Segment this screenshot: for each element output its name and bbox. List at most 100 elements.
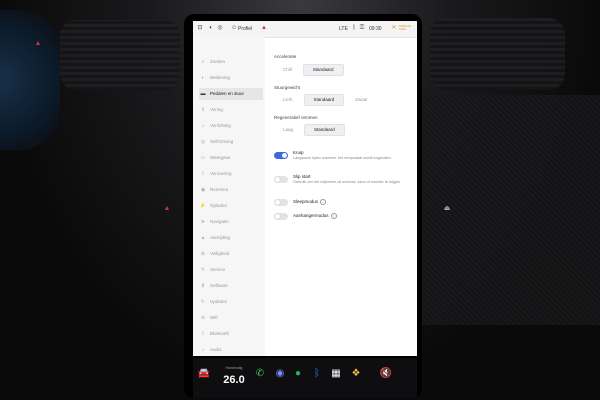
sidebar-item-navigation[interactable]: ➤ Navigatie bbox=[199, 216, 263, 228]
brake-icon: ◉ bbox=[200, 187, 206, 193]
wifi-icon: ≋ bbox=[200, 315, 206, 321]
car-icon[interactable]: 🚘 bbox=[197, 368, 211, 379]
brand-logo-icon: ✕ bbox=[391, 25, 397, 31]
left-air-vent bbox=[60, 20, 180, 90]
slip-start-description: Gebruik om het vrijkomen uit sneeuw, zan… bbox=[293, 180, 401, 184]
steering-option-heavy[interactable]: Zwaar bbox=[346, 94, 377, 106]
sidebar-item-brakes[interactable]: ◉ Remmen bbox=[199, 184, 263, 196]
profile-label[interactable]: Profiel bbox=[238, 25, 252, 33]
tow-mode-label: Sleepmodus bbox=[293, 199, 319, 205]
creep-description: Langzaam rijden wanneer het rempedaal wo… bbox=[293, 156, 391, 160]
climate-temperature[interactable]: Handmatig 26.0 bbox=[219, 366, 249, 388]
steering-icon: ◎ bbox=[200, 139, 206, 145]
headlight-icon[interactable]: ◑ bbox=[207, 25, 213, 31]
sidebar-item-suspension[interactable]: ⇕ Vering bbox=[199, 104, 263, 116]
temp-value: 26.0 bbox=[223, 374, 245, 386]
lock-icon[interactable]: ⚿ bbox=[359, 25, 365, 31]
bluetooth-icon: ᛒ bbox=[201, 331, 205, 337]
info-icon[interactable]: i bbox=[320, 199, 327, 205]
tow-mode-toggle[interactable] bbox=[274, 199, 288, 206]
safety-icon: ⊕ bbox=[200, 251, 206, 257]
collision-icon: ▲ bbox=[200, 235, 206, 241]
acceleration-option-chill[interactable]: Chill bbox=[274, 64, 301, 76]
settings-sidebar: ⌕ Zoeken ◐ Bediening ▬ Pedalen en stuur ⇕ Ve… bbox=[193, 37, 265, 356]
phone-icon[interactable]: ✆ bbox=[253, 368, 267, 379]
sidebar-item-wifi[interactable]: ≋ Wifi bbox=[199, 312, 263, 324]
sidebar-item-display[interactable]: ▭ Weergave bbox=[199, 152, 263, 164]
apps-icon[interactable]: ❖ bbox=[349, 368, 363, 379]
software-icon: ⬇ bbox=[200, 283, 206, 289]
mute-icon[interactable]: 🔇 bbox=[379, 368, 393, 379]
sidebar-item-software[interactable]: ⬇ Software bbox=[199, 280, 263, 292]
steering-option-light[interactable]: Licht bbox=[274, 94, 302, 106]
trailer-mode-label: Aanhangermodus bbox=[293, 213, 329, 219]
lte-indicator: LTE bbox=[339, 26, 348, 32]
sidebar-item-updates[interactable]: ↻ Updates bbox=[199, 296, 263, 308]
sidebar-item-search[interactable]: ⌕ Zoeken bbox=[199, 56, 263, 68]
slip-start-toggle[interactable] bbox=[274, 176, 288, 183]
profile-icon[interactable]: ☺ bbox=[231, 25, 237, 31]
audio-icon: ♪ bbox=[201, 347, 205, 353]
sidebar-item-pedals[interactable]: ▬ Pedalen en stuur bbox=[199, 88, 263, 100]
right-air-vent bbox=[430, 18, 565, 90]
trailer-mode-row: Aanhangermodus i bbox=[293, 213, 337, 219]
toggle-knob bbox=[275, 200, 280, 205]
brand-text-2: CARS bbox=[399, 28, 406, 31]
charging-icon: ⚡ bbox=[199, 203, 207, 209]
sidebar-item-self-driving[interactable]: ◎ Self-Driving bbox=[199, 136, 263, 148]
steering-selector: Licht Standaard Zwaar bbox=[274, 94, 377, 106]
bluetooth-icon[interactable]: ᛒ bbox=[351, 25, 357, 31]
hazard-button-icon[interactable]: ▲ bbox=[163, 205, 171, 213]
clock: 09:30 bbox=[369, 26, 382, 32]
sidebar-item-lights[interactable]: ☼ Verlichting bbox=[199, 120, 263, 132]
steering-option-standard[interactable]: Standaard bbox=[303, 94, 345, 106]
toggle-knob bbox=[275, 214, 280, 219]
acceleration-option-standard[interactable]: Standaard bbox=[302, 64, 344, 76]
update-icon: ↻ bbox=[200, 299, 206, 305]
sidebar-item-collision[interactable]: ▲ Aanrijding bbox=[199, 232, 263, 244]
navigation-icon: ➤ bbox=[200, 219, 206, 225]
car-lock-icon[interactable]: ⊡ bbox=[197, 25, 203, 31]
acceleration-selector: Chill Standaard bbox=[274, 64, 344, 76]
search-icon: ⌕ bbox=[201, 59, 205, 65]
light-icon: ☼ bbox=[200, 123, 206, 129]
regen-option-standard[interactable]: Standaard bbox=[304, 124, 345, 136]
regen-option-low[interactable]: Laag bbox=[274, 124, 303, 136]
regen-selector: Laag Standaard bbox=[274, 124, 345, 136]
sidebar-item-safety[interactable]: ⊕ Veiligheid bbox=[199, 248, 263, 260]
sidebar-item-audio[interactable]: ♪ Audio bbox=[199, 344, 263, 356]
sidebar-item-controls[interactable]: ◐ Bediening bbox=[199, 72, 263, 84]
sidebar-item-charging[interactable]: ⚡ Opladen bbox=[199, 200, 263, 212]
creep-toggle[interactable] bbox=[274, 152, 288, 159]
instrument-cluster bbox=[0, 10, 60, 150]
trailer-mode-toggle[interactable] bbox=[274, 213, 288, 220]
steering-title: Stuurgewicht bbox=[274, 85, 301, 90]
display-icon: ▭ bbox=[200, 155, 206, 161]
toggle-knob bbox=[282, 153, 287, 158]
temp-mode-label: Handmatig bbox=[225, 366, 243, 370]
wrench-icon: ✎ bbox=[200, 267, 206, 273]
info-icon[interactable]: i bbox=[330, 213, 337, 219]
bottom-dock: 🚘 Handmatig 26.0 ✆ ◉ ● ᛒ ▦ ❖ 🔇 bbox=[193, 358, 417, 398]
toggles-icon: ◐ bbox=[201, 75, 205, 81]
sidebar-item-bluetooth[interactable]: ᛒ Bluetooth bbox=[199, 328, 263, 340]
bluetooth-icon[interactable]: ᛒ bbox=[310, 368, 324, 379]
acceleration-title: Acceleratie bbox=[274, 54, 297, 59]
spotify-icon[interactable]: ● bbox=[291, 368, 305, 379]
suspension-icon: ⇕ bbox=[200, 107, 206, 113]
settings-panel: Acceleratie Chill Standaard Stuurgewicht… bbox=[271, 37, 417, 356]
car-icon: ▬ bbox=[200, 91, 206, 97]
alert-icon[interactable]: ▲ bbox=[261, 25, 267, 31]
tow-mode-row: Sleepmodus i bbox=[293, 199, 327, 205]
media-icon[interactable]: ◉ bbox=[273, 368, 287, 379]
warning-icon: ▲ bbox=[34, 40, 42, 47]
toggle-knob bbox=[275, 177, 280, 182]
trip-icon: ⌇ bbox=[201, 171, 205, 177]
status-bar: ⊡ ◑ ◎ ☺ Profiel ▲ LTE ᛒ ⚿ 09:30 ✕ PREMIU… bbox=[193, 21, 417, 38]
glovebox-button-icon[interactable]: ⏏ bbox=[443, 205, 451, 213]
calendar-icon[interactable]: ▦ bbox=[329, 368, 343, 379]
sidebar-item-service[interactable]: ✎ Service bbox=[199, 264, 263, 276]
tire-icon[interactable]: ◎ bbox=[217, 25, 223, 31]
regen-title: Regeneratief remmen bbox=[274, 115, 318, 120]
sidebar-item-trip[interactable]: ⌇ Vervoering bbox=[199, 168, 263, 180]
